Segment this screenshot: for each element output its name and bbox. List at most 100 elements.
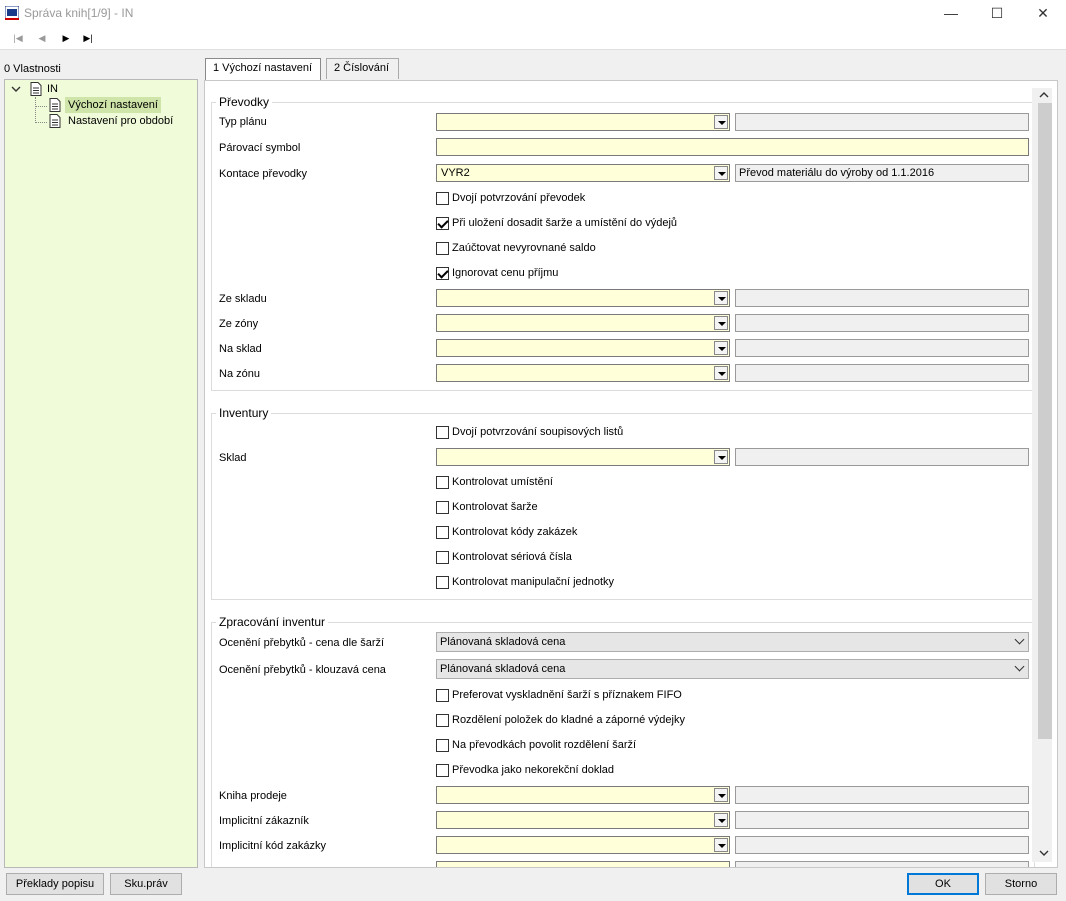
implicitni-zakaznik-combo[interactable] (436, 811, 730, 829)
document-icon (49, 98, 61, 112)
checkbox-box-checked[interactable] (436, 267, 449, 280)
checkbox-dosadit-sarze[interactable]: Při uložení dosadit šarže a umístění do … (436, 217, 677, 231)
checkbox-box-checked[interactable] (436, 217, 449, 230)
previous-record-icon[interactable]: ◀ (34, 30, 50, 46)
checkbox-preferovat-fifo[interactable]: Preferovat vyskladnění šarží s příznakem… (436, 689, 682, 703)
checkbox-box[interactable] (436, 689, 449, 702)
record-navigation-bar (0, 26, 1066, 50)
dropdown-arrow-icon[interactable] (714, 291, 728, 305)
checkbox-povolit-rozdeleni-sarzi[interactable]: Na převodkách povolit rozdělení šarží (436, 739, 636, 753)
dropdown-arrow-icon[interactable] (714, 813, 728, 827)
tree-item-nastaveni-pro-obdobi[interactable]: Nastavení pro období (68, 113, 173, 129)
na-zonu-description (735, 364, 1029, 382)
tree-connector (35, 122, 47, 123)
dropdown-arrow-icon[interactable] (714, 838, 728, 852)
typ-planu-combo[interactable] (436, 113, 730, 131)
checkbox-box[interactable] (436, 501, 449, 514)
checkbox-rozdeleni-polozek[interactable]: Rozdělení položek do kladné a záporné vý… (436, 714, 685, 728)
parovaci-symbol-input[interactable] (436, 138, 1029, 156)
sklad-description (735, 448, 1029, 466)
group-prevodky-title: Převodky (216, 95, 273, 109)
title-bar (0, 0, 1066, 26)
checkbox-box[interactable] (436, 551, 449, 564)
first-record-icon[interactable]: |◀ (10, 30, 26, 46)
checkbox-label: Kontrolovat kódy zakázek (452, 526, 578, 538)
document-icon (30, 82, 42, 96)
scroll-up-icon[interactable] (1039, 91, 1049, 99)
ze-skladu-combo[interactable] (436, 289, 730, 307)
sku-prav-button[interactable]: Sku.práv (110, 873, 182, 895)
tab-vychozi-nastaveni[interactable]: 1 Výchozí nastavení (205, 58, 321, 80)
checkbox-box[interactable] (436, 242, 449, 255)
checkbox-dvoji-potvrzovani-prevodek[interactable]: Dvojí potvrzování převodek (436, 192, 585, 206)
oceneni-klouzava-cena-select[interactable]: Plánovaná skladová cena (436, 659, 1029, 679)
checkbox-box[interactable] (436, 576, 449, 589)
maximize-icon[interactable]: ☐ (974, 0, 1020, 26)
label-sklad: Sklad (219, 452, 247, 464)
tree-connector (35, 97, 36, 123)
label-kontace-prevodky: Kontace převodky (219, 168, 308, 180)
checkbox-kontrolovat-seriova-cisla[interactable]: Kontrolovat sériová čísla (436, 551, 572, 565)
dropdown-arrow-icon[interactable] (714, 166, 728, 180)
ok-button[interactable]: OK (907, 873, 979, 895)
tab-cislovani[interactable]: 2 Číslování (326, 58, 399, 79)
checkbox-box[interactable] (436, 526, 449, 539)
implicitni-zakaznik-description (735, 811, 1029, 829)
checkbox-kontrolovat-sarze[interactable]: Kontrolovat šarže (436, 501, 538, 515)
checkbox-box[interactable] (436, 476, 449, 489)
scrollbar-thumb[interactable] (1038, 103, 1052, 739)
storno-button[interactable]: Storno (985, 873, 1057, 895)
next-row-combo[interactable] (436, 861, 730, 867)
oceneni-cena-dle-sarzi-select[interactable]: Plánovaná skladová cena (436, 632, 1029, 652)
checkbox-box[interactable] (436, 714, 449, 727)
chevron-down-icon[interactable] (11, 84, 21, 94)
scroll-down-icon[interactable] (1039, 849, 1049, 857)
dropdown-arrow-icon[interactable] (714, 115, 728, 129)
kontace-prevodky-combo[interactable]: VYR2 (436, 164, 730, 182)
kniha-prodeje-combo[interactable] (436, 786, 730, 804)
settings-content: Převodky Typ plánu Párovací symbol Konta… (205, 81, 1037, 867)
typ-planu-description (735, 113, 1029, 131)
checkbox-dvoji-potvrzovani-soupisovych-listu[interactable]: Dvojí potvrzování soupisových listů (436, 426, 623, 440)
checkbox-box[interactable] (436, 426, 449, 439)
na-zonu-combo[interactable] (436, 364, 730, 382)
ze-zony-combo[interactable] (436, 314, 730, 332)
dropdown-arrow-icon[interactable] (714, 316, 728, 330)
tree-item-vychozi-nastaveni[interactable]: Výchozí nastavení (65, 97, 161, 113)
dropdown-arrow-icon[interactable] (714, 341, 728, 355)
window-title: Správa knih[1/9] - IN (24, 6, 134, 20)
checkbox-kontrolovat-umisteni[interactable]: Kontrolovat umístění (436, 476, 553, 490)
checkbox-box[interactable] (436, 739, 449, 752)
checkbox-label: Na převodkách povolit rozdělení šarží (452, 739, 637, 751)
preklady-popisu-button[interactable]: Překlady popisu (6, 873, 104, 895)
checkbox-label: Kontrolovat sériová čísla (452, 551, 572, 563)
minimize-icon[interactable]: — (928, 0, 974, 26)
sklad-combo[interactable] (436, 448, 730, 466)
checkbox-kontrolovat-manipulacni-jednotky[interactable]: Kontrolovat manipulační jednotky (436, 576, 614, 590)
checkbox-box[interactable] (436, 192, 449, 205)
document-multiple-icon (49, 114, 61, 128)
label-ze-zony: Ze zóny (219, 318, 259, 330)
dropdown-arrow-icon[interactable] (714, 450, 728, 464)
tree-root-label[interactable]: IN (47, 81, 58, 97)
checkbox-kontrolovat-kody-zakazek[interactable]: Kontrolovat kódy zakázek (436, 526, 577, 540)
implicitni-kod-zakazky-combo[interactable] (436, 836, 730, 854)
checkbox-zauctovat-saldo[interactable]: Zaúčtovat nevyrovnané saldo (436, 242, 596, 256)
last-record-icon[interactable]: ▶| (80, 30, 96, 46)
checkbox-label: Dvojí potvrzování soupisových listů (452, 426, 624, 438)
label-typ-planu: Typ plánu (219, 116, 267, 128)
checkbox-label: Preferovat vyskladnění šarží s příznakem… (452, 689, 682, 701)
close-icon[interactable]: ✕ (1020, 0, 1066, 26)
checkbox-nekorekcni-doklad[interactable]: Převodka jako nekorekční doklad (436, 764, 614, 778)
checkbox-label: Zaúčtovat nevyrovnané saldo (452, 242, 596, 254)
dropdown-arrow-icon[interactable] (714, 366, 728, 380)
dropdown-arrow-icon[interactable] (714, 788, 728, 802)
checkbox-ignorovat-cenu[interactable]: Ignorovat cenu příjmu (436, 267, 558, 281)
next-record-icon[interactable]: ▶ (58, 30, 74, 46)
settings-panel: Převodky Typ plánu Párovací symbol Konta… (204, 80, 1058, 868)
checkbox-label: Rozdělení položek do kladné a záporné vý… (452, 714, 685, 726)
checkbox-label: Při uložení dosadit šarže a umístění do … (452, 217, 678, 229)
na-sklad-combo[interactable] (436, 339, 730, 357)
chevron-down-icon (1014, 661, 1025, 672)
checkbox-box[interactable] (436, 764, 449, 777)
